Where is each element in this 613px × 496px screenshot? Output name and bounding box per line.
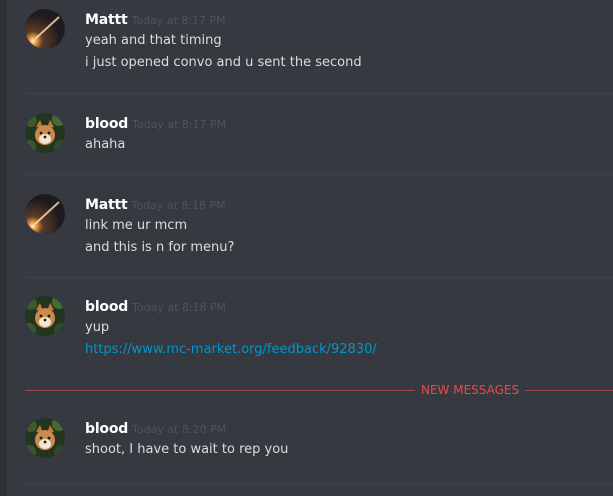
message-line: i just opened convo and u sent the secon… <box>85 55 362 70</box>
message-line: ahaha <box>85 137 126 152</box>
feedback-link[interactable]: https://www.mc-market.org/feedback/92830… <box>85 342 377 357</box>
message-divider <box>25 174 613 175</box>
message-line: link me ur mcm <box>85 218 188 233</box>
timestamp: Today at 8:18 PM <box>131 199 226 212</box>
left-gutter <box>0 0 7 496</box>
message-header: blood Today at 8:18 PM <box>85 296 226 315</box>
shiba-avatar-icon <box>25 113 65 153</box>
timestamp: Today at 8:18 PM <box>132 301 227 314</box>
timestamp: Today at 8:20 PM <box>132 423 227 436</box>
message-line: shoot, I have to wait to rep you <box>85 442 289 457</box>
user-avatar-blood[interactable] <box>25 296 65 336</box>
new-messages-label: NEW MESSAGES <box>415 382 526 398</box>
message-body: shoot, I have to wait to rep you <box>85 439 288 461</box>
message-divider <box>25 484 613 485</box>
new-messages-divider: NEW MESSAGES <box>25 382 613 398</box>
message-body: link me ur mcm and this is n for menu? <box>85 215 234 259</box>
username[interactable]: Mattt <box>85 12 128 28</box>
user-avatar-blood[interactable] <box>25 113 65 153</box>
message-header: blood Today at 8:20 PM <box>85 418 226 437</box>
message-line: yeah and that timing <box>85 33 222 48</box>
message-header: blood Today at 8:17 PM <box>85 113 226 132</box>
message-divider <box>25 277 613 278</box>
message-body: ahaha <box>85 134 125 156</box>
username[interactable]: blood <box>85 299 128 315</box>
user-avatar-blood[interactable] <box>25 418 65 458</box>
shiba-avatar-icon <box>25 418 65 458</box>
timestamp: Today at 8:17 PM <box>132 118 227 131</box>
message-body: yeah and that timing i just opened convo… <box>85 30 362 74</box>
message-body: yup https://www.mc-market.org/feedback/9… <box>85 317 377 361</box>
message-line: and this is n for menu? <box>85 240 235 255</box>
username[interactable]: blood <box>85 116 128 132</box>
user-avatar-mattt[interactable] <box>25 194 65 234</box>
message-line: https://www.mc-market.org/feedback/92830… <box>85 339 377 361</box>
shiba-avatar-icon <box>25 296 65 336</box>
message-divider <box>25 93 613 94</box>
message-header: Mattt Today at 8:18 PM <box>85 194 226 213</box>
username[interactable]: Mattt <box>85 197 128 213</box>
message-header: Mattt Today at 8:17 PM <box>85 9 226 28</box>
user-avatar-mattt[interactable] <box>25 9 65 49</box>
message-line: yup <box>85 320 110 335</box>
username[interactable]: blood <box>85 421 128 437</box>
timestamp: Today at 8:17 PM <box>131 14 226 27</box>
chat-messages: Mattt Today at 8:17 PM yeah and that timi… <box>7 0 613 496</box>
meteor-avatar-icon <box>25 9 65 49</box>
meteor-avatar-icon <box>25 194 65 234</box>
